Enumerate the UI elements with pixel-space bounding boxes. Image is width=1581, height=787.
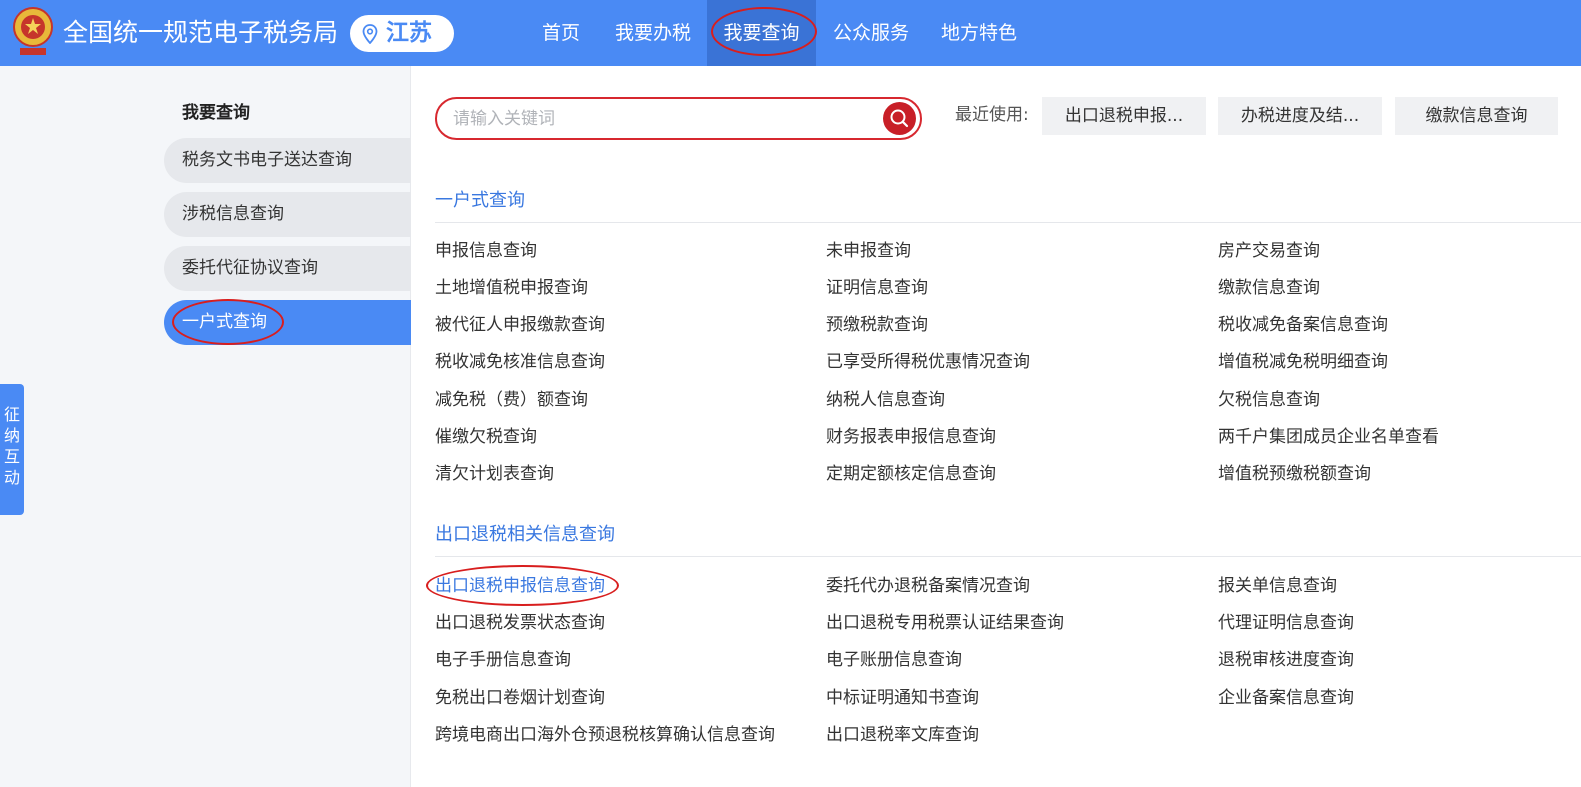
float-char: 纳 <box>3 426 20 445</box>
query-link[interactable]: 税收减免核准信息查询 <box>435 350 605 374</box>
search-button[interactable] <box>883 102 916 135</box>
taxpayer-interaction-tab[interactable]: 征 纳 互 动 <box>0 384 24 515</box>
query-link[interactable]: 催缴欠税查询 <box>435 425 537 449</box>
query-link[interactable]: 预缴税款查询 <box>826 313 928 337</box>
nav-home[interactable]: 首页 <box>530 0 592 66</box>
recent-item-export-refund[interactable]: 出口退税申报... <box>1042 97 1206 135</box>
sidebar-title: 我要查询 <box>182 103 250 123</box>
query-link[interactable]: 两千户集团成员企业名单查看 <box>1218 425 1439 449</box>
query-link[interactable]: 出口退税率文库查询 <box>826 723 979 747</box>
query-link[interactable]: 报关单信息查询 <box>1218 574 1337 598</box>
float-char: 征 <box>3 405 20 424</box>
float-char: 动 <box>3 468 20 487</box>
search-box <box>435 97 922 140</box>
query-link[interactable]: 出口退税专用税票认证结果查询 <box>826 611 1064 635</box>
section-divider <box>435 556 1581 557</box>
region-selector[interactable]: 江苏 <box>350 15 454 52</box>
region-label: 江苏 <box>386 20 432 46</box>
query-link[interactable]: 电子手册信息查询 <box>435 648 571 672</box>
query-link[interactable]: 证明信息查询 <box>826 276 928 300</box>
query-link-highlighted[interactable]: 出口退税申报信息查询 <box>435 574 605 598</box>
query-link[interactable]: 缴款信息查询 <box>1218 276 1320 300</box>
query-link[interactable]: 中标证明通知书查询 <box>826 686 979 710</box>
query-link[interactable]: 未申报查询 <box>826 239 911 263</box>
query-link[interactable]: 财务报表申报信息查询 <box>826 425 996 449</box>
section-title-one-household: 一户式查询 <box>435 190 525 211</box>
query-link[interactable]: 电子账册信息查询 <box>826 648 962 672</box>
section-title-export-refund: 出口退税相关信息查询 <box>435 524 615 545</box>
query-link[interactable]: 免税出口卷烟计划查询 <box>435 686 605 710</box>
search-input[interactable] <box>453 107 853 131</box>
query-link[interactable]: 减免税（费）额查询 <box>435 388 588 412</box>
query-link[interactable]: 清欠计划表查询 <box>435 462 554 486</box>
tax-emblem-logo <box>13 7 53 55</box>
nav-query[interactable]: 我要查询 <box>707 0 816 66</box>
search-icon <box>890 109 909 128</box>
query-link[interactable]: 纳税人信息查询 <box>826 388 945 412</box>
site-title: 全国统一规范电子税务局 <box>63 18 339 47</box>
sidebar-item-tax-info[interactable]: 涉税信息查询 <box>164 192 411 237</box>
float-char: 互 <box>3 447 20 466</box>
query-link[interactable]: 被代征人申报缴款查询 <box>435 313 605 337</box>
nav-public-service[interactable]: 公众服务 <box>822 0 920 66</box>
top-header: 全国统一规范电子税务局 江苏 首页 我要办税 我要查询 公众服务 地方特色 <box>0 0 1581 66</box>
query-link[interactable]: 申报信息查询 <box>435 239 537 263</box>
location-pin-icon <box>362 24 378 44</box>
query-link[interactable]: 退税审核进度查询 <box>1218 648 1354 672</box>
query-link[interactable]: 税收减免备案信息查询 <box>1218 313 1388 337</box>
query-link[interactable]: 代理证明信息查询 <box>1218 611 1354 635</box>
section-divider <box>435 222 1581 223</box>
left-sidebar: 我要查询 税务文书电子送达查询 涉税信息查询 委托代征协议查询 一户式查询 <box>0 66 411 787</box>
sidebar-item-entrusted-collection[interactable]: 委托代征协议查询 <box>164 246 411 291</box>
query-link[interactable]: 定期定额核定信息查询 <box>826 462 996 486</box>
query-link[interactable]: 房产交易查询 <box>1218 239 1320 263</box>
query-link[interactable]: 增值税减免税明细查询 <box>1218 350 1388 374</box>
query-link[interactable]: 欠税信息查询 <box>1218 388 1320 412</box>
query-link[interactable]: 增值税预缴税额查询 <box>1218 462 1371 486</box>
recent-used-label: 最近使用: <box>955 105 1029 125</box>
query-link[interactable]: 出口退税发票状态查询 <box>435 611 605 635</box>
query-link[interactable]: 企业备案信息查询 <box>1218 686 1354 710</box>
nav-local-features[interactable]: 地方特色 <box>930 0 1028 66</box>
query-link[interactable]: 委托代办退税备案情况查询 <box>826 574 1030 598</box>
recent-item-payment[interactable]: 缴款信息查询 <box>1395 97 1558 135</box>
query-link[interactable]: 土地增值税申报查询 <box>435 276 588 300</box>
sidebar-item-one-household[interactable]: 一户式查询 <box>164 300 411 345</box>
nav-handle-tax[interactable]: 我要办税 <box>604 0 702 66</box>
query-link[interactable]: 已享受所得税优惠情况查询 <box>826 350 1030 374</box>
recent-item-progress[interactable]: 办税进度及结... <box>1218 97 1382 135</box>
query-link[interactable]: 跨境电商出口海外仓预退税核算确认信息查询 <box>435 723 775 747</box>
sidebar-item-document-delivery[interactable]: 税务文书电子送达查询 <box>164 138 411 183</box>
